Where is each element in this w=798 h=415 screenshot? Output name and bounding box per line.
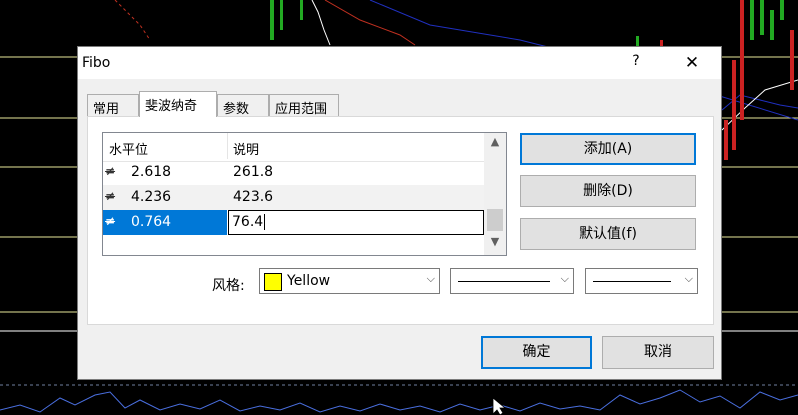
fibo-level-icon: ≠ — [105, 164, 116, 178]
default-values-button[interactable]: 默认值(f) — [520, 218, 696, 250]
add-button[interactable]: 添加(A) — [520, 133, 696, 165]
cancel-button[interactable]: 取消 — [602, 336, 714, 369]
tab-scope[interactable]: 应用范围 — [269, 94, 339, 117]
tab-fibonacci[interactable]: 斐波纳奇 — [139, 91, 217, 117]
column-divider[interactable] — [227, 133, 228, 159]
scroll-up-arrow-icon[interactable]: ▲ — [484, 135, 506, 151]
scroll-down-arrow-icon[interactable]: ▼ — [484, 235, 506, 251]
line-width-preview — [593, 281, 671, 282]
tab-parameters[interactable]: 参数 — [217, 94, 269, 117]
style-label: 风格: — [212, 278, 245, 294]
line-style-preview — [458, 281, 550, 282]
list-row[interactable]: ≠ 2.618 261.8 — [103, 160, 484, 185]
line-width-select[interactable]: ⌵ — [585, 268, 698, 294]
list-header: 水平位 说明 — [103, 133, 484, 162]
levels-list[interactable]: 水平位 说明 ≠ 2.618 261.8 ≠ 4.236 423.6 ≠ 0.7… — [102, 132, 507, 256]
level-value: 2.618 — [131, 164, 172, 180]
delete-button[interactable]: 删除(D) — [520, 175, 696, 207]
description-value: 423.6 — [233, 189, 274, 205]
fibo-level-icon: ≠ — [105, 189, 116, 203]
line-style-select[interactable]: ⌵ — [450, 268, 574, 294]
list-scrollbar[interactable]: ▲ ▼ — [484, 133, 506, 255]
description-edit-text: 76.4 — [232, 214, 264, 230]
ok-button[interactable]: 确定 — [481, 336, 592, 369]
color-name: Yellow — [287, 273, 331, 289]
fibo-level-icon: ≠ — [105, 214, 116, 228]
chevron-down-icon: ⌵ — [560, 272, 569, 285]
level-value: 0.764 — [131, 214, 172, 230]
level-cell[interactable]: ≠ 4.236 — [103, 185, 227, 210]
title-bar: Fibo ? ✕ — [78, 47, 721, 79]
level-value: 4.236 — [131, 189, 172, 205]
color-swatch — [264, 273, 282, 291]
list-row[interactable]: ≠ 4.236 423.6 — [103, 185, 484, 210]
column-header-description[interactable]: 说明 — [233, 139, 259, 158]
list-row-selected[interactable]: ≠ 0.764 76.4 — [103, 210, 484, 235]
level-cell[interactable]: ≠ 2.618 — [103, 160, 227, 185]
color-select[interactable]: Yellow ⌵ — [259, 268, 440, 294]
description-edit-field[interactable]: 76.4 — [228, 210, 484, 235]
text-cursor — [264, 214, 266, 230]
fibo-dialog: Fibo ? ✕ 常用 斐波纳奇 参数 应用范围 水平位 说明 ≠ 2.618 … — [77, 46, 722, 380]
chevron-down-icon: ⌵ — [426, 272, 435, 285]
column-header-level[interactable]: 水平位 — [109, 139, 148, 158]
scroll-thumb[interactable] — [487, 209, 503, 231]
description-value: 261.8 — [233, 164, 274, 180]
dialog-title: Fibo — [82, 55, 111, 71]
tab-general[interactable]: 常用 — [87, 94, 139, 117]
close-button[interactable]: ✕ — [682, 53, 702, 73]
level-cell[interactable]: ≠ 0.764 — [103, 210, 227, 235]
help-button[interactable]: ? — [626, 53, 646, 73]
chevron-down-icon: ⌵ — [684, 272, 693, 285]
